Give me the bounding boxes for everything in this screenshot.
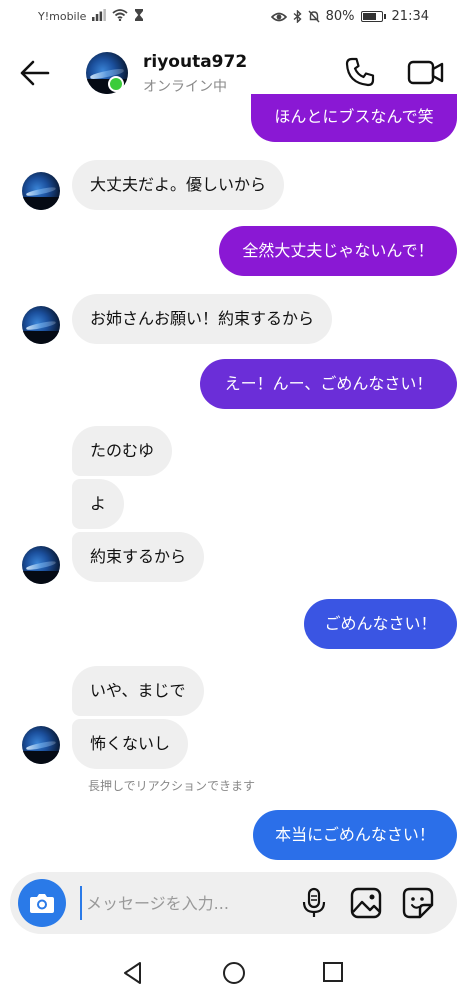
voice-message-button[interactable]: [300, 887, 328, 919]
message-input[interactable]: [80, 886, 290, 920]
sender-avatar[interactable]: [22, 306, 60, 344]
message-bubble-outgoing[interactable]: 全然大丈夫じゃないんで！: [219, 226, 457, 276]
sender-avatar[interactable]: [22, 726, 60, 764]
message-bubble-incoming[interactable]: よ: [72, 479, 125, 529]
sticker-icon: [402, 887, 434, 919]
online-indicator: [108, 76, 124, 92]
bell-muted-icon: [308, 10, 320, 23]
message-composer: [10, 872, 457, 934]
message-bubble-outgoing[interactable]: えー！んー、ごめんなさい！: [200, 359, 457, 409]
status-left-icons: [92, 9, 144, 21]
message-bubble-incoming[interactable]: たのむゆ: [72, 426, 173, 476]
status-right: 80% 21:34: [270, 9, 429, 24]
message-bubble-outgoing[interactable]: ほんとにブスなんで笑: [251, 94, 457, 142]
video-camera-icon: [407, 60, 444, 85]
contact-name[interactable]: riyouta972: [143, 52, 247, 72]
reaction-hint: 長押しでリアクションできます: [88, 779, 256, 793]
message-bubble-outgoing[interactable]: 本当にごめんなさい！: [253, 810, 457, 860]
square-recents-icon: [323, 962, 343, 982]
sticker-button[interactable]: [402, 887, 434, 919]
carrier-label: Y!mobile: [38, 10, 87, 23]
sender-avatar[interactable]: [22, 546, 60, 584]
wifi-icon: [112, 9, 128, 21]
phone-icon: [345, 57, 375, 87]
video-call-button[interactable]: [407, 56, 445, 88]
sender-avatar[interactable]: [22, 172, 60, 210]
hourglass-icon: [135, 9, 143, 21]
gallery-button[interactable]: [350, 887, 382, 919]
battery-percent: 80%: [325, 9, 355, 24]
message-bubble-incoming[interactable]: 大丈夫だよ。優しいから: [72, 160, 285, 210]
bluetooth-icon: [293, 10, 302, 23]
status-bar: Y!mobile 80% 21:34: [0, 0, 467, 36]
circle-home-icon: [223, 962, 245, 984]
message-bubble-incoming[interactable]: お姉さんお願い！約束するから: [72, 294, 333, 344]
nav-back-button[interactable]: [120, 960, 146, 986]
signal-icon: [92, 9, 106, 21]
message-bubble-outgoing[interactable]: ごめんなさい！: [304, 599, 457, 649]
message-bubble-incoming[interactable]: 約束するから: [72, 532, 205, 582]
system-nav-bar: [0, 944, 467, 999]
camera-icon: [30, 894, 54, 913]
nav-recents-button[interactable]: [321, 960, 345, 984]
arrow-left-icon: [20, 60, 50, 86]
microphone-icon: [302, 887, 326, 917]
message-bubble-incoming[interactable]: 怖くないし: [72, 719, 189, 769]
nav-home-button[interactable]: [221, 960, 247, 986]
image-icon: [350, 887, 382, 919]
eye-icon: [270, 12, 287, 21]
contact-status: オンライン中: [143, 79, 227, 95]
message-bubble-incoming[interactable]: いや、まじで: [72, 666, 204, 716]
clock: 21:34: [391, 9, 429, 24]
camera-button[interactable]: [18, 879, 66, 927]
voice-call-button[interactable]: [344, 56, 376, 88]
triangle-back-icon: [124, 962, 141, 984]
back-button[interactable]: [18, 58, 52, 88]
battery-icon: [360, 11, 386, 22]
